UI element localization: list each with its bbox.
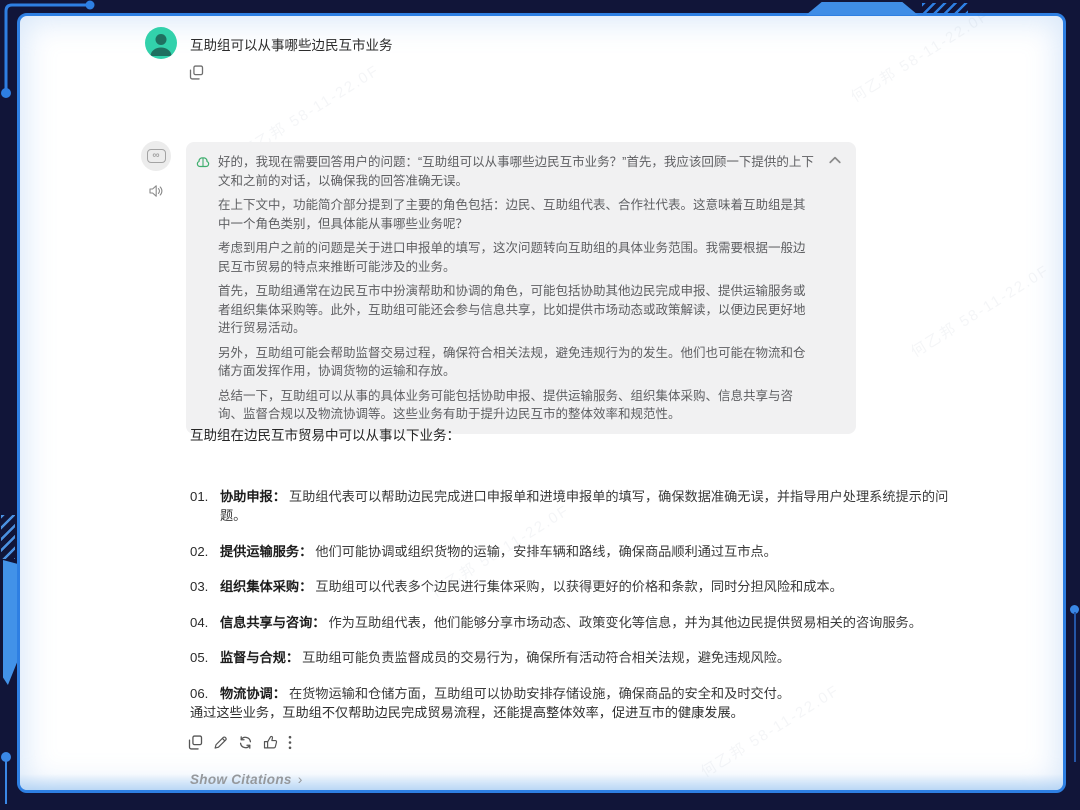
reasoning-icon — [196, 155, 210, 169]
reasoning-paragraph: 另外，互助组可能会帮助监督交易过程，确保符合相关法规，避免违规行为的发生。他们也… — [218, 344, 816, 381]
answer-closing: 通过这些业务，互助组不仅帮助边民完成贸易流程，还能提高整体效率，促进互市的健康发… — [190, 702, 744, 721]
chevron-right-icon: › — [298, 771, 303, 787]
list-item: 01. 协助申报：互助组代表可以帮助边民完成进口申报单和进境申报单的填写，确保数… — [190, 487, 965, 525]
edit-button[interactable] — [213, 734, 229, 750]
assistant-logo-icon: ∞ — [147, 149, 166, 163]
item-number: 01. — [190, 487, 220, 525]
frame-top-hatch-stripes — [922, 3, 968, 14]
reasoning-paragraph: 好的，我现在需要回答用户的问题：“互助组可以从事哪些边民互市业务？”首先，我应该… — [218, 153, 816, 190]
speaker-icon — [148, 183, 164, 199]
reasoning-paragraph: 考虑到用户之前的问题是关于进口申报单的填写，这次问题转向互助组的具体业务范围。我… — [218, 239, 816, 276]
item-label: 物流协调： — [220, 686, 286, 701]
item-label: 协助申报： — [220, 489, 286, 504]
copy-answer-button[interactable] — [188, 734, 204, 750]
read-aloud-button[interactable] — [148, 183, 164, 199]
list-item: 06. 物流协调：在货物运输和仓储方面，互助组可以协助安排存储设施，确保商品的安… — [190, 684, 965, 703]
frame-right-node-line — [1074, 612, 1076, 762]
frame-left-node-line — [5, 760, 8, 804]
item-text: 互助组可能负责监督成员的交易行为，确保所有活动符合相关法规，避免违规风险。 — [302, 650, 790, 665]
reasoning-paragraph: 总结一下，互助组可以从事的具体业务可能包括协助申报、提供运输服务、组织集体采购、… — [218, 387, 816, 424]
person-icon — [145, 27, 177, 59]
frame-left-hatch-stripes — [1, 515, 15, 559]
item-text: 他们可能协调或组织货物的运输，安排车辆和路线，确保商品顺利通过互市点。 — [315, 544, 777, 559]
item-label: 信息共享与咨询： — [220, 615, 326, 630]
item-text: 作为互助组代表，他们能够分享市场动态、政策变化等信息，并为其他边民提供贸易相关的… — [329, 615, 922, 630]
answer-toolbar — [188, 734, 296, 750]
item-label: 组织集体采购： — [220, 579, 312, 594]
thumbs-up-icon — [263, 735, 278, 750]
user-question-text: 互助组可以从事哪些边民互市业务 — [190, 34, 393, 54]
answer-list: 01. 协助申报：互助组代表可以帮助边民完成进口申报单和进境申报单的填写，确保数… — [190, 487, 965, 719]
frame-corner-line — [0, 0, 110, 110]
reasoning-paragraph: 在上下文中，功能简介部分提到了主要的角色包括：边民、互助组代表、合作社代表。这意… — [218, 196, 816, 233]
frame-top-trapezoid — [806, 2, 918, 15]
item-number: 06. — [190, 684, 220, 703]
show-citations-label: Show Citations — [190, 772, 292, 787]
reasoning-card: 好的，我现在需要回答用户的问题：“互助组可以从事哪些边民互市业务？”首先，我应该… — [186, 142, 856, 434]
list-item: 04. 信息共享与咨询：作为互助组代表，他们能够分享市场动态、政策变化等信息，并… — [190, 613, 965, 632]
copy-question-button[interactable] — [189, 64, 205, 80]
item-number: 05. — [190, 648, 220, 667]
list-item: 03. 组织集体采购：互助组可以代表多个边民进行集体采购，以获得更好的价格和条款… — [190, 577, 965, 596]
thumbs-up-button[interactable] — [263, 734, 279, 750]
copy-icon — [188, 735, 203, 750]
item-number: 03. — [190, 577, 220, 596]
item-text: 互助组可以代表多个边民进行集体采购，以获得更好的价格和条款，同时分担风险和成本。 — [315, 579, 843, 594]
edit-icon — [213, 735, 228, 750]
app-window: 何乙邦 58-11-22.0F 何乙邦 58-11-22.0F 何乙邦 58-1… — [0, 0, 1080, 810]
reasoning-paragraph: 首先，互助组通常在边民互市中扮演帮助和协调的角色，可能包括协助其他边民完成申报、… — [218, 282, 816, 338]
user-avatar — [145, 27, 177, 59]
item-label: 监督与合规： — [220, 650, 299, 665]
item-number: 04. — [190, 613, 220, 632]
collapse-reasoning-button[interactable] — [829, 154, 841, 166]
more-icon — [288, 735, 292, 750]
list-item: 05. 监督与合规：互助组可能负责监督成员的交易行为，确保所有活动符合相关法规，… — [190, 648, 965, 667]
item-number: 02. — [190, 542, 220, 561]
regenerate-button[interactable] — [238, 734, 254, 750]
chevron-up-icon — [829, 154, 841, 166]
assistant-avatar: ∞ — [141, 141, 171, 171]
item-text: 互助组代表可以帮助边民完成进口申报单和进境申报单的填写，确保数据准确无误，并指导… — [220, 489, 948, 523]
frame-left-accent-bar — [3, 560, 17, 685]
item-text: 在货物运输和仓储方面，互助组可以协助安排存储设施，确保商品的安全和及时交付。 — [289, 686, 790, 701]
more-options-button[interactable] — [288, 734, 296, 750]
show-citations-link[interactable]: Show Citations › — [190, 771, 303, 787]
list-item: 02. 提供运输服务：他们可能协调或组织货物的运输，安排车辆和路线，确保商品顺利… — [190, 542, 965, 561]
regenerate-icon — [238, 735, 253, 750]
answer-intro: 互助组在边民互市贸易中可以从事以下业务： — [190, 424, 460, 444]
item-label: 提供运输服务： — [220, 544, 312, 559]
copy-icon — [189, 65, 204, 80]
